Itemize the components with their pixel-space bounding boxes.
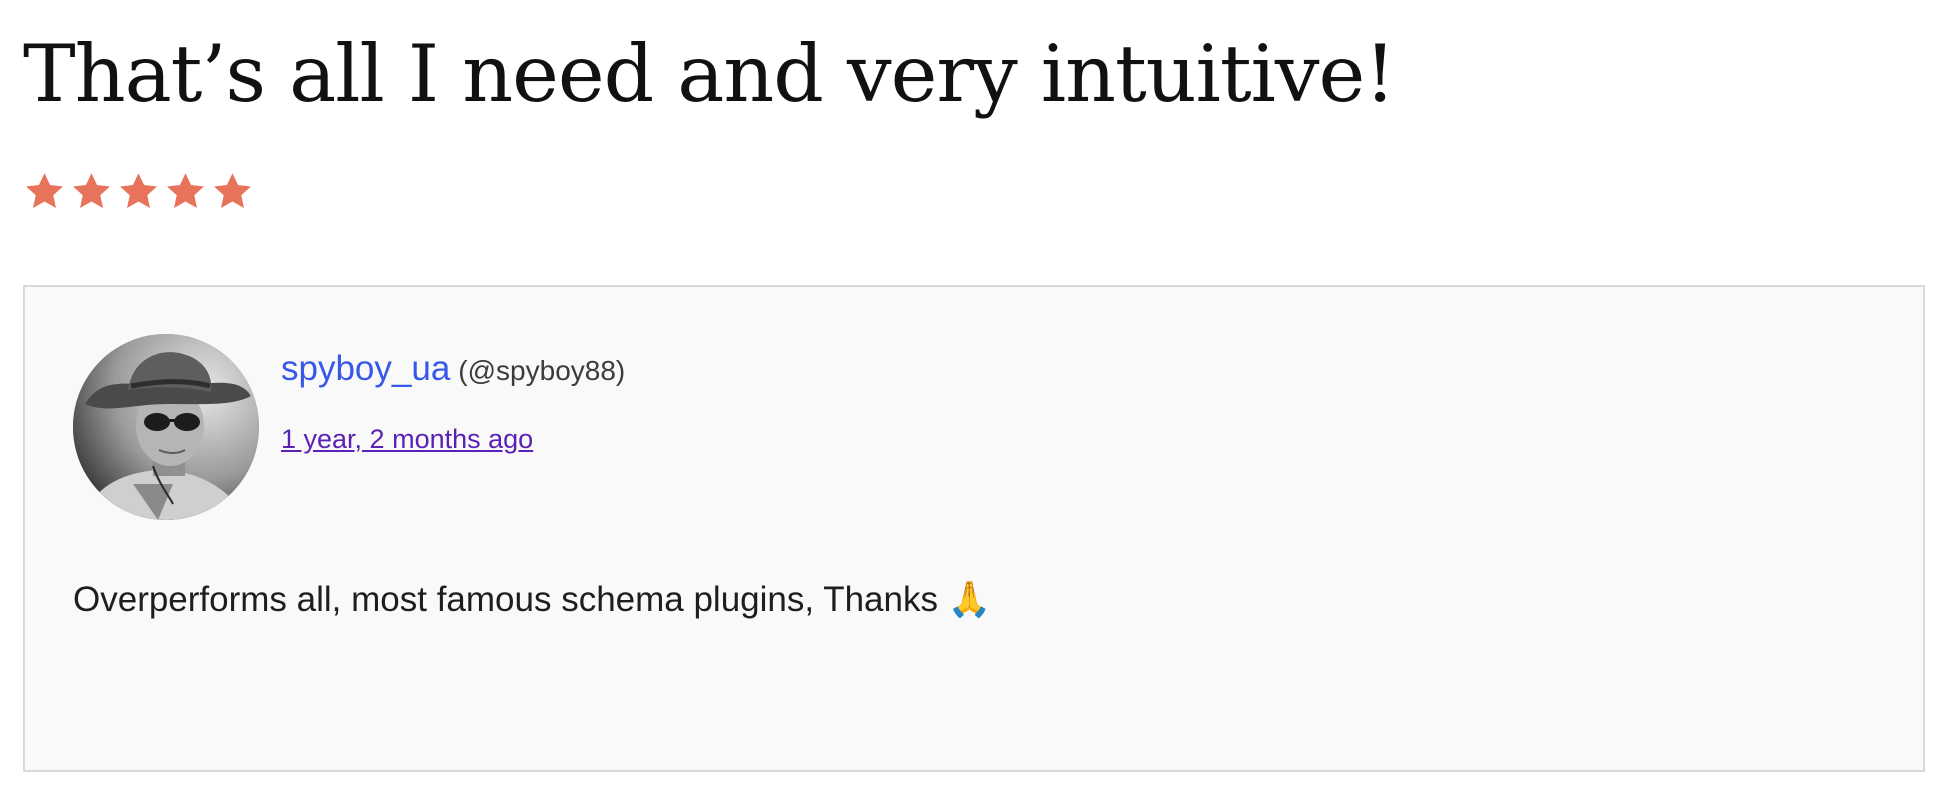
- review-body: Overperforms all, most famous schema plu…: [73, 580, 992, 619]
- reviewer-handle: (@spyboy88): [458, 355, 626, 386]
- review-date-link[interactable]: 1 year, 2 months ago: [281, 424, 533, 455]
- reviewer-info: spyboy_ua (@spyboy88): [281, 349, 625, 389]
- reviewer-name-link[interactable]: spyboy_ua: [281, 349, 450, 388]
- star-icon: [23, 170, 66, 213]
- star-icon: [70, 170, 113, 213]
- star-icon: [117, 170, 160, 213]
- review-card: spyboy_ua (@spyboy88) 1 year, 2 months ag…: [23, 285, 1925, 772]
- star-rating: [23, 170, 254, 213]
- star-icon: [211, 170, 254, 213]
- avatar[interactable]: [73, 334, 259, 520]
- star-icon: [164, 170, 207, 213]
- review-title: That’s all I need and very intuitive!: [23, 28, 1396, 120]
